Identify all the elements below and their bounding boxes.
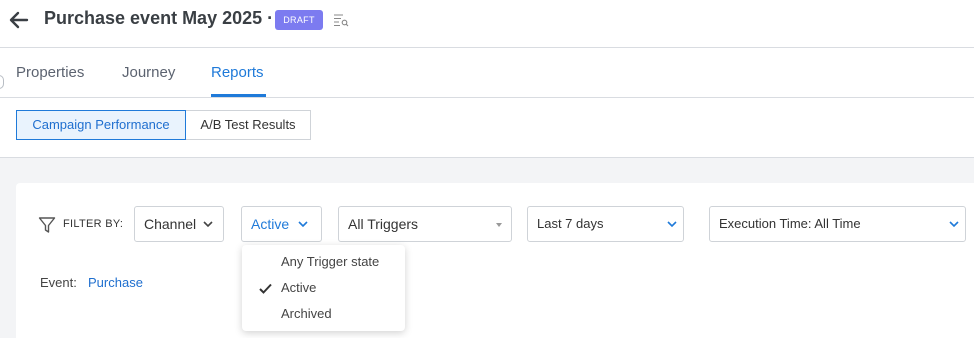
event-link[interactable]: Purchase xyxy=(88,275,143,290)
menu-item-archived[interactable]: Archived xyxy=(281,306,332,321)
status-badge: DRAFT xyxy=(275,10,323,30)
checkmark-icon xyxy=(259,283,272,294)
details-list-icon[interactable] xyxy=(333,12,349,28)
trigger-state-dropdown[interactable]: Active xyxy=(241,206,322,242)
execution-time-dropdown-label: Execution Time: All Time xyxy=(719,216,861,231)
trigger-state-menu: Any Trigger state Active Archived xyxy=(242,245,405,331)
caret-down-icon xyxy=(496,223,502,227)
report-view-bar: Campaign Performance A/B Test Results xyxy=(0,98,974,158)
tab-bar: Properties Journey Reports xyxy=(0,48,974,98)
menu-item-active[interactable]: Active xyxy=(281,280,316,295)
date-range-dropdown[interactable]: Last 7 days xyxy=(527,206,684,242)
page-title: Purchase event May 2025 · xyxy=(44,8,274,28)
triggers-select-label: All Triggers xyxy=(348,216,419,232)
chevron-down-icon xyxy=(949,221,959,228)
event-label: Event: xyxy=(40,275,77,290)
chevron-down-icon xyxy=(203,221,213,228)
header-bar: Purchase event May 2025 · DRAFT xyxy=(0,0,974,48)
triggers-select[interactable]: All Triggers xyxy=(338,206,512,242)
channel-dropdown-label: Channel xyxy=(144,216,197,232)
campaign-performance-button[interactable]: Campaign Performance xyxy=(16,110,186,140)
back-arrow-icon[interactable] xyxy=(8,9,30,31)
tab-properties[interactable]: Properties xyxy=(16,64,84,81)
chevron-down-icon xyxy=(667,221,677,228)
menu-item-any-trigger-state[interactable]: Any Trigger state xyxy=(281,254,379,269)
trigger-state-dropdown-label: Active xyxy=(251,216,290,232)
active-tab-indicator xyxy=(211,94,266,97)
ab-test-results-button[interactable]: A/B Test Results xyxy=(186,110,311,140)
filter-funnel-icon xyxy=(38,217,56,233)
tab-journey[interactable]: Journey xyxy=(122,64,175,81)
execution-time-dropdown[interactable]: Execution Time: All Time xyxy=(709,206,966,242)
filter-by-label: FILTER BY: xyxy=(63,218,124,230)
tab-reports[interactable]: Reports xyxy=(211,64,264,81)
date-range-dropdown-label: Last 7 days xyxy=(537,216,604,231)
channel-dropdown[interactable]: Channel xyxy=(134,206,224,242)
chevron-down-icon xyxy=(298,221,308,228)
